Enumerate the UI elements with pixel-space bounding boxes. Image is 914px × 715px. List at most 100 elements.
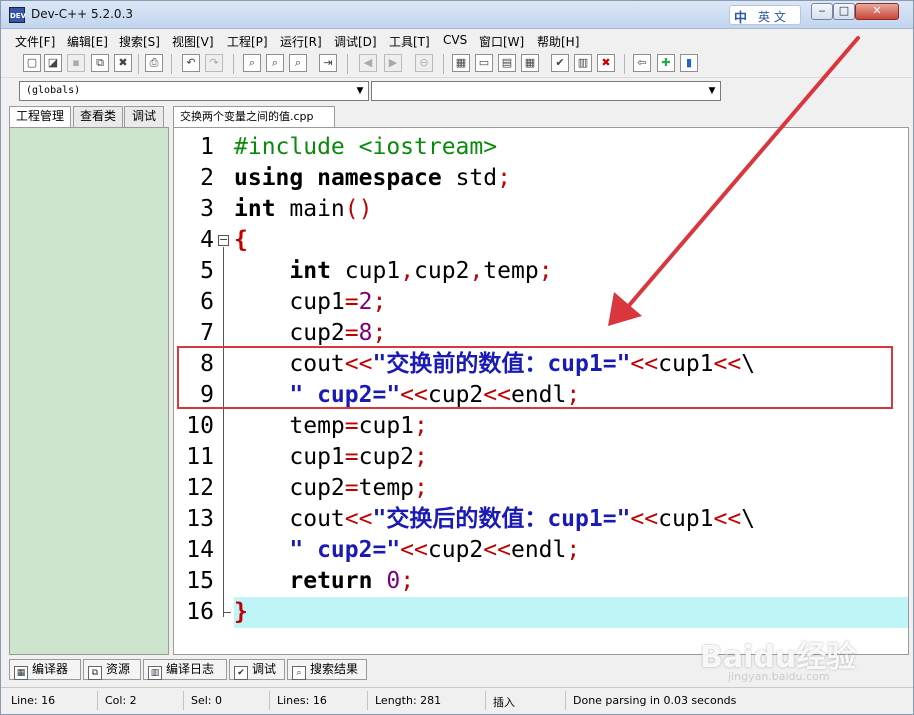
- class-browser-icon[interactable]: ▭: [475, 54, 493, 72]
- code-token: ,: [400, 258, 415, 284]
- code-token: int: [289, 258, 331, 284]
- tab-debug-output[interactable]: ✔ 调试: [229, 659, 285, 680]
- add-file-icon[interactable]: ✚: [657, 54, 675, 72]
- find-icon[interactable]: ⌕: [243, 54, 261, 72]
- line-number: 1: [200, 134, 214, 160]
- code-token: ;: [400, 568, 415, 594]
- tab-class-view[interactable]: 查看类: [73, 106, 123, 127]
- chart-icon[interactable]: ▥: [574, 54, 592, 72]
- tab-debug[interactable]: 调试: [124, 106, 164, 127]
- code-token: 2: [358, 289, 373, 315]
- code-line[interactable]: " cup2="<<cup2<<endl;: [234, 535, 908, 566]
- find-next-icon[interactable]: ⌕: [289, 54, 307, 72]
- run-icon[interactable]: ▦: [521, 54, 539, 72]
- code-token: \: [741, 506, 756, 532]
- indent-right-icon[interactable]: ▶: [384, 54, 402, 72]
- chevron-down-icon[interactable]: ▼: [706, 84, 718, 98]
- code-token: " cup2=": [234, 382, 401, 408]
- code-line[interactable]: cout<<"交换后的数值：cup1="<<cup1<<\: [234, 504, 908, 535]
- compile-log-icon: ▥: [148, 666, 162, 680]
- menu-view[interactable]: 视图[V]: [172, 33, 214, 50]
- goto-line-icon[interactable]: ⇥: [319, 54, 337, 72]
- line-number: 3: [200, 196, 214, 222]
- delete-icon[interactable]: ✖: [597, 54, 615, 72]
- code-line[interactable]: cup2=temp;: [234, 473, 908, 504]
- compile-icon[interactable]: ▤: [498, 54, 516, 72]
- tab-compile-log[interactable]: ▥ 编译日志: [143, 659, 227, 680]
- tab-compiler[interactable]: ▦ 编译器: [9, 659, 81, 680]
- close-button[interactable]: ✕: [855, 3, 899, 20]
- minimize-button[interactable]: ‒: [811, 3, 833, 20]
- tab-project-manager[interactable]: 工程管理: [9, 106, 71, 128]
- tab-search-results[interactable]: ⌕ 搜索结果: [287, 659, 367, 680]
- menu-project[interactable]: 工程[P]: [227, 33, 268, 50]
- menu-debug[interactable]: 调试[D]: [334, 33, 377, 50]
- code-area[interactable]: #include <iostream> using namespace std; i…: [234, 128, 908, 654]
- new-file-icon[interactable]: ▢: [23, 54, 41, 72]
- line-number: 6: [200, 289, 214, 315]
- left-panel: 工程管理 查看类 调试: [9, 106, 169, 655]
- menu-cvs[interactable]: CVS: [443, 33, 467, 47]
- code-line[interactable]: int main(): [234, 194, 908, 225]
- maximize-button[interactable]: □: [833, 3, 855, 20]
- menu-window[interactable]: 窗口[W]: [479, 33, 524, 50]
- code-line[interactable]: using namespace std;: [234, 163, 908, 194]
- title-bar[interactable]: DEV Dev-C++ 5.2.0.3 中 英 文 ‒ □ ✕: [1, 1, 913, 29]
- tab-resources[interactable]: ⧉ 资源: [83, 659, 141, 680]
- code-line[interactable]: cout<<"交换前的数值：cup1="<<cup1<<\: [234, 349, 908, 380]
- code-token: <<: [344, 351, 373, 377]
- replace-icon[interactable]: ⌕: [266, 54, 284, 72]
- code-line[interactable]: int cup1,cup2,temp;: [234, 256, 908, 287]
- code-line[interactable]: return 0;: [234, 566, 908, 597]
- line-number: 14: [186, 537, 214, 563]
- code-line[interactable]: temp=cup1;: [234, 411, 908, 442]
- exit-icon[interactable]: ⇦: [633, 54, 651, 72]
- indent-left-icon[interactable]: ◀: [359, 54, 377, 72]
- menu-search[interactable]: 搜索[S]: [119, 33, 160, 50]
- menu-bar: 文件[F] 编辑[E] 搜索[S] 视图[V] 工程[P] 运行[R] 调试[D…: [1, 30, 913, 50]
- code-line[interactable]: " cup2="<<cup2<<endl;: [234, 380, 908, 411]
- close-file-icon[interactable]: ✖: [114, 54, 132, 72]
- tab-compiler-label: 编译器: [32, 662, 69, 676]
- menu-run[interactable]: 运行[R]: [280, 33, 322, 50]
- code-line[interactable]: }: [234, 597, 908, 628]
- open-file-icon[interactable]: ◪: [44, 54, 62, 72]
- new-project-icon[interactable]: ▦: [452, 54, 470, 72]
- toolbar-separator: [233, 54, 234, 74]
- line-number-gutter: 1 2 3 4 5 6 7 8 9 10 11 12 13 14 15 16−: [174, 128, 234, 654]
- tab-source-file[interactable]: 交换两个变量之间的值.cpp: [173, 106, 335, 128]
- toolbar-separator: [443, 54, 444, 74]
- menu-file[interactable]: 文件[F]: [15, 33, 55, 50]
- chevron-down-icon[interactable]: ▼: [354, 84, 366, 98]
- save-all-icon[interactable]: ⧉: [91, 54, 109, 72]
- code-editor[interactable]: 1 2 3 4 5 6 7 8 9 10 11 12 13 14 15 16− #include <iostr…: [173, 127, 909, 655]
- redo-icon[interactable]: ↷: [205, 54, 223, 72]
- scope-select[interactable]: (globals) ▼: [19, 81, 369, 101]
- line-number: 4: [200, 227, 214, 253]
- tab-resources-label: 资源: [106, 662, 131, 676]
- app-icon: DEV: [9, 7, 26, 23]
- code-line[interactable]: cup1=2;: [234, 287, 908, 318]
- menu-help[interactable]: 帮助[H]: [537, 33, 579, 50]
- ime-indicator[interactable]: 中 英 文: [729, 5, 801, 26]
- undo-icon[interactable]: ↶: [182, 54, 200, 72]
- code-line[interactable]: #include <iostream>: [234, 132, 908, 163]
- code-token: endl: [510, 382, 567, 408]
- info-icon[interactable]: ▮: [680, 54, 698, 72]
- member-select[interactable]: ▼: [371, 81, 721, 101]
- project-tree[interactable]: [9, 127, 169, 655]
- code-line[interactable]: cup1=cup2;: [234, 442, 908, 473]
- line-number: 5: [200, 258, 214, 284]
- toolbar-separator: [624, 54, 625, 74]
- check-icon[interactable]: ✔: [551, 54, 569, 72]
- toggle-comment-icon[interactable]: ⊖: [415, 54, 433, 72]
- status-col: Col: 2: [105, 694, 137, 707]
- save-icon[interactable]: ▪: [67, 54, 85, 72]
- menu-tools[interactable]: 工具[T]: [389, 33, 430, 50]
- code-line[interactable]: {: [234, 225, 908, 256]
- fold-toggle-icon[interactable]: −: [218, 234, 229, 246]
- code-line[interactable]: cup2=8;: [234, 318, 908, 349]
- menu-edit[interactable]: 编辑[E]: [67, 33, 108, 50]
- print-icon[interactable]: ⎙: [145, 54, 163, 72]
